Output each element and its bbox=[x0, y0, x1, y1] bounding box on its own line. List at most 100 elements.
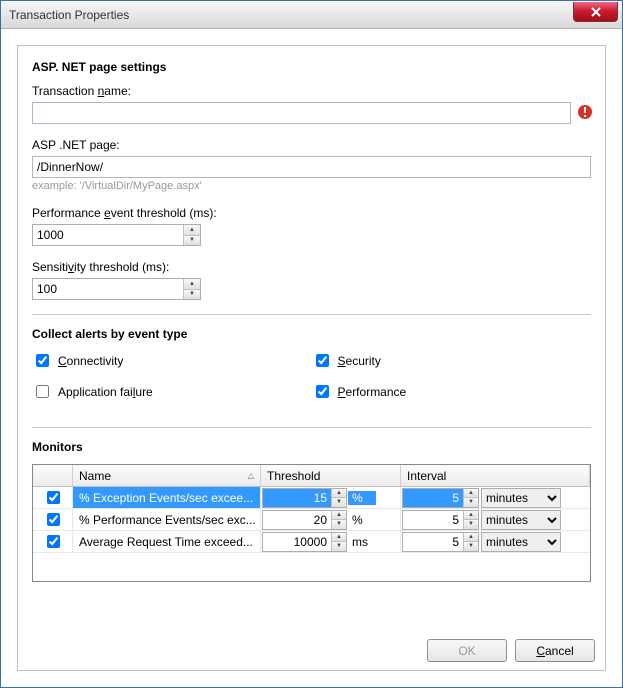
close-icon bbox=[591, 7, 601, 17]
separator bbox=[32, 314, 591, 315]
spin-up-icon[interactable]: ▲ bbox=[184, 225, 200, 236]
app-failure-checkbox[interactable] bbox=[36, 385, 49, 398]
row-interval: ▲▼minutes bbox=[401, 531, 590, 552]
row-check-cell bbox=[33, 531, 73, 552]
section-collect-alerts: Collect alerts by event type bbox=[32, 327, 591, 341]
cancel-button[interactable]: Cancel bbox=[515, 639, 595, 662]
asp-page-input[interactable] bbox=[32, 156, 591, 178]
spin-down-icon[interactable]: ▼ bbox=[332, 520, 346, 529]
performance-checkbox[interactable] bbox=[316, 385, 329, 398]
perf-threshold-label: Performance event threshold (ms): bbox=[32, 206, 591, 220]
perf-threshold-input[interactable] bbox=[33, 225, 183, 245]
spin-up-icon[interactable]: ▲ bbox=[464, 511, 478, 521]
spin-up-icon[interactable]: ▲ bbox=[332, 533, 346, 543]
col-check[interactable] bbox=[33, 465, 73, 486]
section-asp-settings: ASP. NET page settings bbox=[32, 60, 591, 74]
asp-page-example: example: '/VirtualDir/MyPage.aspx' bbox=[32, 180, 591, 192]
error-icon bbox=[577, 104, 593, 120]
check-performance[interactable]: Performance bbox=[312, 382, 592, 401]
asp-page-label: ASP .NET page: bbox=[32, 138, 591, 152]
interval-spinner[interactable]: ▲▼ bbox=[402, 532, 479, 552]
alert-checkboxes: Connectivity Security Application failur… bbox=[32, 351, 591, 413]
row-check-cell bbox=[33, 509, 73, 530]
row-threshold: ▲▼ms bbox=[261, 531, 401, 552]
row-check-cell bbox=[33, 487, 73, 508]
threshold-unit: % bbox=[348, 491, 376, 505]
threshold-input[interactable] bbox=[263, 533, 331, 551]
sensitivity-input[interactable] bbox=[33, 279, 183, 299]
row-name: % Performance Events/sec exc... bbox=[73, 509, 261, 530]
interval-spinner[interactable]: ▲▼ bbox=[402, 510, 479, 530]
spin-down-icon[interactable]: ▼ bbox=[464, 520, 478, 529]
spin-down-icon[interactable]: ▼ bbox=[332, 498, 346, 507]
spin-up-icon[interactable]: ▲ bbox=[184, 279, 200, 290]
spin-up-icon[interactable]: ▲ bbox=[332, 511, 346, 521]
check-security[interactable]: Security bbox=[312, 351, 592, 370]
title-bar: Transaction Properties bbox=[1, 1, 622, 29]
field-asp-page: ASP .NET page: example: '/VirtualDir/MyP… bbox=[32, 138, 591, 192]
security-checkbox[interactable] bbox=[316, 354, 329, 367]
interval-spinner[interactable]: ▲▼ bbox=[402, 488, 479, 508]
interval-unit-select[interactable]: minutes bbox=[481, 510, 561, 530]
col-interval[interactable]: Interval bbox=[401, 465, 590, 486]
spin-down-icon[interactable]: ▼ bbox=[464, 542, 478, 551]
threshold-spinner[interactable]: ▲▼ bbox=[262, 488, 347, 508]
interval-unit-select[interactable]: minutes bbox=[481, 532, 561, 552]
interval-unit-select[interactable]: minutes bbox=[481, 488, 561, 508]
threshold-spinner[interactable]: ▲▼ bbox=[262, 532, 347, 552]
check-connectivity[interactable]: Connectivity bbox=[32, 351, 312, 370]
section-monitors: Monitors bbox=[32, 440, 591, 454]
interval-input[interactable] bbox=[403, 533, 463, 551]
threshold-unit: ms bbox=[348, 535, 376, 549]
spin-down-icon[interactable]: ▼ bbox=[184, 290, 200, 300]
spin-down-icon[interactable]: ▼ bbox=[332, 542, 346, 551]
col-threshold[interactable]: Threshold bbox=[261, 465, 401, 486]
ok-button[interactable]: OK bbox=[427, 639, 507, 662]
spinner-buttons[interactable]: ▲▼ bbox=[183, 225, 200, 245]
separator bbox=[32, 427, 591, 428]
spin-down-icon[interactable]: ▼ bbox=[464, 498, 478, 507]
field-sensitivity: Sensitivity threshold (ms): ▲▼ bbox=[32, 260, 591, 300]
sensitivity-spinner[interactable]: ▲▼ bbox=[32, 278, 201, 300]
spin-up-icon[interactable]: ▲ bbox=[464, 489, 478, 499]
interval-input[interactable] bbox=[403, 511, 463, 529]
row-threshold: ▲▼% bbox=[261, 487, 401, 508]
row-name: Average Request Time exceed... bbox=[73, 531, 261, 552]
transaction-name-label: Transaction name: bbox=[32, 84, 591, 98]
spinner-buttons[interactable]: ▲▼ bbox=[183, 279, 200, 299]
monitors-header: Name△ Threshold Interval bbox=[33, 465, 590, 487]
threshold-unit: % bbox=[348, 513, 376, 527]
spin-up-icon[interactable]: ▲ bbox=[332, 489, 346, 499]
table-row[interactable]: Average Request Time exceed...▲▼ms▲▼minu… bbox=[33, 531, 590, 553]
inner-panel: ASP. NET page settings Transaction name:… bbox=[17, 45, 606, 671]
field-perf-threshold: Performance event threshold (ms): ▲▼ bbox=[32, 206, 591, 246]
check-app-failure[interactable]: Application failure bbox=[32, 382, 312, 401]
row-interval: ▲▼minutes bbox=[401, 509, 590, 530]
perf-threshold-spinner[interactable]: ▲▼ bbox=[32, 224, 201, 246]
row-interval: ▲▼minutes bbox=[401, 487, 590, 508]
monitors-table: Name△ Threshold Interval % Exception Eve… bbox=[32, 464, 591, 582]
threshold-spinner[interactable]: ▲▼ bbox=[262, 510, 347, 530]
row-checkbox[interactable] bbox=[47, 513, 60, 526]
sensitivity-label: Sensitivity threshold (ms): bbox=[32, 260, 591, 274]
close-button[interactable] bbox=[573, 2, 618, 22]
threshold-input[interactable] bbox=[263, 511, 331, 529]
spin-up-icon[interactable]: ▲ bbox=[464, 533, 478, 543]
transaction-name-input[interactable] bbox=[32, 102, 571, 124]
col-name[interactable]: Name△ bbox=[73, 465, 261, 486]
row-name: % Exception Events/sec excee... bbox=[73, 487, 261, 508]
threshold-input[interactable] bbox=[263, 489, 331, 507]
row-checkbox[interactable] bbox=[47, 491, 60, 504]
sort-asc-icon: △ bbox=[248, 471, 254, 480]
window-title: Transaction Properties bbox=[9, 8, 129, 22]
connectivity-checkbox[interactable] bbox=[36, 354, 49, 367]
content-area: ASP. NET page settings Transaction name:… bbox=[1, 29, 622, 687]
row-checkbox[interactable] bbox=[47, 535, 60, 548]
field-transaction-name: Transaction name: bbox=[32, 84, 591, 124]
table-row[interactable]: % Exception Events/sec excee...▲▼%▲▼minu… bbox=[33, 487, 590, 509]
table-row[interactable]: % Performance Events/sec exc...▲▼%▲▼minu… bbox=[33, 509, 590, 531]
spin-down-icon[interactable]: ▼ bbox=[184, 236, 200, 246]
interval-input[interactable] bbox=[403, 489, 463, 507]
dialog-footer: OK Cancel bbox=[427, 639, 595, 662]
row-threshold: ▲▼% bbox=[261, 509, 401, 530]
